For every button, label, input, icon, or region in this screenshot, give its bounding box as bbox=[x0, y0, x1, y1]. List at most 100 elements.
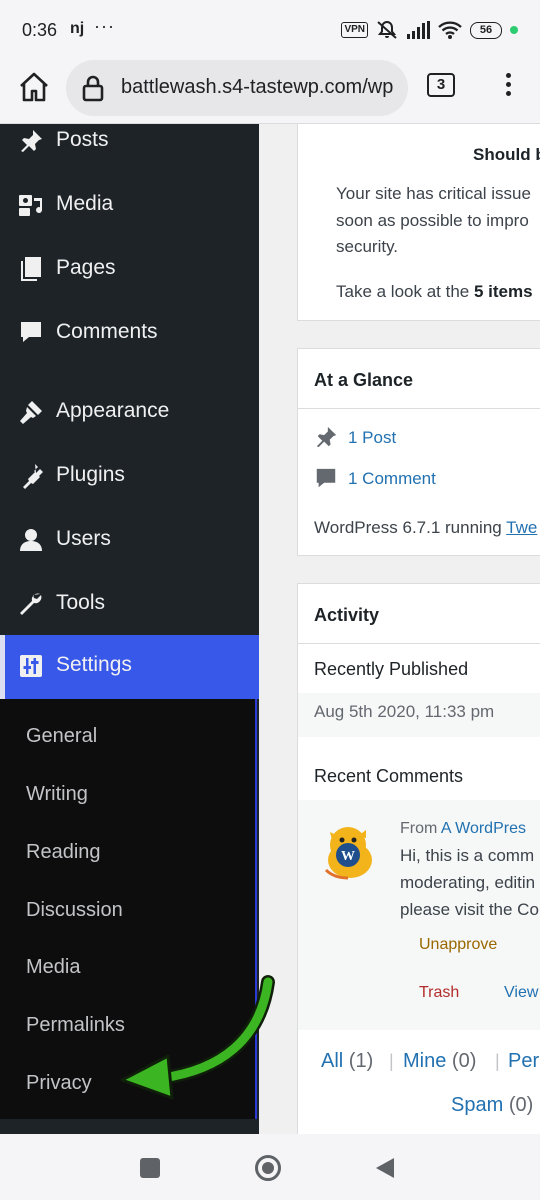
pages-icon bbox=[21, 257, 41, 281]
view-link[interactable]: View bbox=[504, 984, 538, 1002]
tab-switcher-button[interactable]: 3 bbox=[427, 73, 455, 97]
sidebar-item-label: Users bbox=[56, 527, 111, 550]
pin-icon bbox=[21, 130, 42, 152]
post-date: Aug 5th 2020, 11:33 pm bbox=[314, 702, 495, 721]
filter-all-count: (1) bbox=[348, 1050, 374, 1072]
health-heading: Should b bbox=[473, 145, 540, 164]
health-look-prefix: Take a look at the bbox=[336, 282, 474, 301]
comment-text-line: please visit the Co bbox=[400, 900, 539, 919]
health-text-line: soon as possible to impro bbox=[336, 211, 529, 230]
sidebar-item-label: Posts bbox=[56, 128, 109, 151]
filter-mine[interactable]: Mine (0) bbox=[403, 1050, 476, 1073]
filter-all[interactable]: All (1) bbox=[321, 1050, 373, 1073]
user-icon bbox=[20, 529, 42, 551]
comment-icon bbox=[21, 322, 41, 342]
comment-from: From A WordPres bbox=[400, 820, 526, 838]
vpn-icon: VPN bbox=[341, 22, 368, 38]
submenu-writing[interactable]: Writing bbox=[26, 783, 88, 806]
comment-text-line: Hi, this is a comm bbox=[400, 846, 535, 865]
recent-comments-heading: Recent Comments bbox=[314, 766, 464, 786]
glance-comments-link[interactable]: 1 Comment bbox=[348, 469, 436, 489]
activity-card: Activity Recently Published Aug 5th 2020… bbox=[297, 583, 540, 1134]
glance-title: At a Glance bbox=[298, 349, 540, 409]
filter-separator: | bbox=[495, 1051, 500, 1071]
comment-author-link[interactable]: A WordPres bbox=[441, 820, 526, 837]
activity-title: Activity bbox=[298, 584, 540, 644]
svg-text:W: W bbox=[341, 849, 355, 864]
submenu-privacy[interactable]: Privacy bbox=[26, 1072, 92, 1095]
submenu-discussion[interactable]: Discussion bbox=[26, 899, 123, 922]
brush-icon bbox=[20, 401, 42, 424]
unapprove-link[interactable]: Unapprove bbox=[419, 936, 497, 954]
sidebar-item-comments[interactable]: Comments bbox=[0, 302, 259, 366]
sidebar-item-pages[interactable]: Pages bbox=[0, 238, 259, 302]
submenu-media[interactable]: Media bbox=[26, 956, 80, 979]
filter-separator: | bbox=[389, 1051, 394, 1071]
comment-filters: All (1) | Mine (0) | Per Spam (0) bbox=[298, 1030, 540, 1134]
filter-all-label[interactable]: All bbox=[321, 1050, 343, 1072]
sidebar-item-label: Settings bbox=[56, 653, 132, 676]
sidebar-item-plugins[interactable]: Plugins bbox=[0, 445, 259, 509]
url-text[interactable]: battlewash.s4-tastewp.com/wp bbox=[121, 76, 393, 99]
at-a-glance-card: At a Glance 1 Post 1 Comment WordPress 6… bbox=[297, 348, 540, 556]
sidebar-item-posts[interactable]: Posts bbox=[0, 110, 259, 174]
comment-icon bbox=[316, 468, 336, 488]
sidebar-item-label: Tools bbox=[56, 591, 106, 614]
sidebar-item-tools[interactable]: Tools bbox=[0, 573, 259, 637]
browser-menu-icon[interactable] bbox=[496, 70, 520, 100]
silent-icon bbox=[377, 20, 397, 39]
signal-icon bbox=[407, 21, 430, 39]
sidebar-item-settings[interactable]: Settings bbox=[0, 635, 259, 699]
privacy-indicator-icon bbox=[510, 26, 518, 34]
sidebar-item-label: Appearance bbox=[56, 399, 170, 422]
battery-icon: 56 bbox=[470, 21, 502, 39]
settings-icon bbox=[20, 655, 42, 677]
glance-posts-link[interactable]: 1 Post bbox=[348, 428, 396, 448]
annotation-arrow-icon bbox=[120, 975, 275, 1100]
filter-mine-count: (0) bbox=[451, 1050, 477, 1072]
sidebar-item-label: Pages bbox=[56, 256, 116, 279]
home-icon[interactable] bbox=[17, 70, 51, 104]
recents-button[interactable] bbox=[140, 1158, 160, 1178]
back-button[interactable] bbox=[374, 1156, 396, 1180]
health-text-line: Your site has critical issue bbox=[336, 184, 531, 203]
site-health-card: Should b Your site has critical issue so… bbox=[297, 124, 540, 321]
filter-spam-count: (0) bbox=[508, 1094, 534, 1116]
sidebar-item-media[interactable]: Media bbox=[0, 174, 259, 238]
glance-theme-link[interactable]: Twe bbox=[506, 518, 537, 537]
notification-badge: nj bbox=[70, 20, 85, 37]
sidebar-item-users[interactable]: Users bbox=[0, 509, 259, 573]
wrench-icon bbox=[20, 593, 42, 615]
wifi-icon bbox=[438, 21, 462, 39]
lock-icon[interactable] bbox=[82, 74, 104, 102]
filter-spam[interactable]: Spam (0) bbox=[451, 1094, 533, 1117]
trash-link[interactable]: Trash bbox=[419, 984, 459, 1002]
health-text-line: security. bbox=[336, 237, 399, 256]
filter-pending[interactable]: Per bbox=[508, 1050, 539, 1073]
glance-running-text: WordPress 6.7.1 running Twe bbox=[314, 518, 537, 538]
status-bar: 0:36 nj ··· VPN 56 bbox=[0, 0, 540, 58]
comment-from-prefix: From bbox=[400, 820, 441, 837]
more-notifications-icon: ··· bbox=[94, 16, 115, 36]
health-items-link[interactable]: 5 items bbox=[474, 282, 533, 301]
pin-icon bbox=[316, 426, 337, 448]
avatar: W bbox=[324, 827, 372, 880]
recently-published-heading: Recently Published bbox=[314, 659, 469, 679]
dashboard-content: Should b Your site has critical issue so… bbox=[259, 124, 540, 1134]
glance-version: WordPress 6.7.1 running bbox=[314, 518, 507, 537]
health-look-text: Take a look at the 5 items bbox=[336, 282, 533, 302]
system-navigation-bar bbox=[0, 1134, 540, 1200]
published-row: Aug 5th 2020, 11:33 pm bbox=[298, 693, 540, 737]
sidebar-item-appearance[interactable]: Appearance bbox=[0, 381, 259, 445]
sidebar-item-label: Media bbox=[56, 192, 114, 215]
filter-spam-label[interactable]: Spam bbox=[451, 1094, 503, 1116]
sidebar-item-label: Comments bbox=[56, 320, 158, 343]
comment-row: W From A WordPres Hi, this is a comm mod… bbox=[298, 800, 540, 1030]
address-bar[interactable]: battlewash.s4-tastewp.com/wp bbox=[66, 60, 408, 116]
sidebar-item-label: Plugins bbox=[56, 463, 125, 486]
home-button[interactable] bbox=[254, 1154, 282, 1182]
filter-mine-label[interactable]: Mine bbox=[403, 1050, 446, 1072]
submenu-reading[interactable]: Reading bbox=[26, 841, 101, 864]
submenu-general[interactable]: General bbox=[26, 725, 97, 748]
plug-icon bbox=[23, 464, 43, 489]
